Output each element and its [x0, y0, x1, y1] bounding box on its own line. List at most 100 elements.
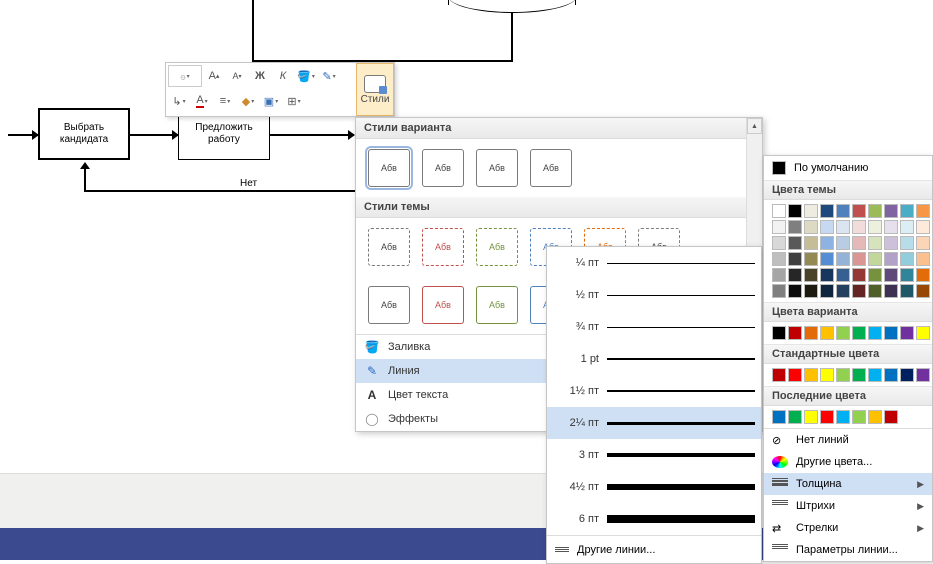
color-swatch[interactable] [916, 204, 930, 218]
color-swatch[interactable] [836, 410, 850, 424]
scroll-up-button[interactable]: ▲ [747, 118, 762, 134]
style-thumb[interactable]: Абв [476, 149, 518, 187]
color-swatch[interactable] [916, 268, 930, 282]
color-swatch[interactable] [804, 268, 818, 282]
style-thumb[interactable]: Абв [530, 149, 572, 187]
color-swatch[interactable] [868, 204, 882, 218]
bring-front-button[interactable]: ▣ [260, 90, 282, 112]
grow-font-button[interactable]: A▴ [203, 65, 225, 87]
no-line-item[interactable]: ⊘Нет линий [764, 429, 932, 451]
color-swatch[interactable] [820, 368, 834, 382]
color-swatch[interactable] [788, 368, 802, 382]
color-swatch[interactable] [788, 236, 802, 250]
color-swatch[interactable] [884, 284, 898, 298]
default-color-item[interactable]: По умолчанию [764, 156, 932, 180]
color-swatch[interactable] [788, 252, 802, 266]
color-swatch[interactable] [820, 284, 834, 298]
color-swatch[interactable] [900, 236, 914, 250]
color-swatch[interactable] [772, 252, 786, 266]
color-swatch[interactable] [852, 236, 866, 250]
color-swatch[interactable] [836, 326, 850, 340]
color-swatch[interactable] [772, 368, 786, 382]
color-swatch[interactable] [772, 284, 786, 298]
line-params-item[interactable]: Параметры линии... [764, 539, 932, 561]
shrink-font-button[interactable]: A▾ [226, 65, 248, 87]
color-swatch[interactable] [836, 284, 850, 298]
style-thumb[interactable]: Абв [368, 286, 410, 324]
color-swatch[interactable] [836, 252, 850, 266]
color-swatch[interactable] [900, 326, 914, 340]
color-swatch[interactable] [788, 284, 802, 298]
color-swatch[interactable] [836, 220, 850, 234]
weight-option[interactable]: ½ пт [547, 279, 761, 311]
color-swatch[interactable] [852, 204, 866, 218]
color-swatch[interactable] [884, 236, 898, 250]
color-swatch[interactable] [804, 368, 818, 382]
color-swatch[interactable] [852, 252, 866, 266]
color-swatch[interactable] [868, 326, 882, 340]
group-button[interactable]: ⊞ [283, 90, 305, 112]
color-swatch[interactable] [900, 268, 914, 282]
color-swatch[interactable] [852, 368, 866, 382]
color-swatch[interactable] [916, 220, 930, 234]
color-swatch[interactable] [836, 204, 850, 218]
color-swatch[interactable] [820, 410, 834, 424]
style-thumb[interactable]: Абв [422, 149, 464, 187]
color-swatch[interactable] [788, 410, 802, 424]
font-size-combo[interactable]: ۞ [168, 65, 202, 87]
shape-fill-button[interactable]: ◆ [237, 90, 259, 112]
color-swatch[interactable] [900, 220, 914, 234]
color-swatch[interactable] [884, 268, 898, 282]
color-swatch[interactable] [884, 410, 898, 424]
color-swatch[interactable] [868, 252, 882, 266]
color-swatch[interactable] [868, 220, 882, 234]
color-swatch[interactable] [884, 204, 898, 218]
color-swatch[interactable] [772, 410, 786, 424]
color-swatch[interactable] [804, 236, 818, 250]
color-swatch[interactable] [820, 326, 834, 340]
color-swatch[interactable] [820, 204, 834, 218]
style-thumb[interactable]: Абв [422, 286, 464, 324]
color-swatch[interactable] [804, 252, 818, 266]
color-swatch[interactable] [916, 284, 930, 298]
color-swatch[interactable] [820, 252, 834, 266]
color-swatch[interactable] [916, 326, 930, 340]
weight-option[interactable]: 3 пт [547, 439, 761, 471]
style-thumb[interactable]: Абв [368, 228, 410, 266]
color-swatch[interactable] [900, 252, 914, 266]
font-color-button[interactable]: A [191, 90, 213, 112]
styles-dropdown-button[interactable]: Стили [356, 63, 394, 116]
style-thumb[interactable]: Абв [422, 228, 464, 266]
color-swatch[interactable] [916, 236, 930, 250]
line-color-button[interactable]: ✎ [318, 65, 340, 87]
color-swatch[interactable] [868, 236, 882, 250]
color-swatch[interactable] [884, 220, 898, 234]
color-swatch[interactable] [900, 284, 914, 298]
color-swatch[interactable] [804, 410, 818, 424]
color-swatch[interactable] [868, 268, 882, 282]
weight-option[interactable]: ¾ пт [547, 311, 761, 343]
color-swatch[interactable] [852, 268, 866, 282]
flowchart-box-select[interactable]: Выбрать кандидата [38, 108, 130, 160]
color-swatch[interactable] [804, 284, 818, 298]
color-swatch[interactable] [804, 326, 818, 340]
color-swatch[interactable] [852, 284, 866, 298]
color-swatch[interactable] [900, 204, 914, 218]
color-swatch[interactable] [772, 268, 786, 282]
color-swatch[interactable] [916, 252, 930, 266]
color-swatch[interactable] [772, 220, 786, 234]
color-swatch[interactable] [820, 236, 834, 250]
color-swatch[interactable] [916, 368, 930, 382]
color-swatch[interactable] [852, 326, 866, 340]
more-colors-item[interactable]: Другие цвета... [764, 451, 932, 473]
color-swatch[interactable] [836, 236, 850, 250]
color-swatch[interactable] [852, 220, 866, 234]
italic-button[interactable]: К [272, 65, 294, 87]
color-swatch[interactable] [884, 252, 898, 266]
color-swatch[interactable] [820, 220, 834, 234]
color-swatch[interactable] [868, 410, 882, 424]
dashes-submenu-item[interactable]: Штрихи▶ [764, 495, 932, 517]
style-thumb[interactable]: Абв [368, 149, 410, 187]
style-thumb[interactable]: Абв [476, 228, 518, 266]
color-swatch[interactable] [820, 268, 834, 282]
